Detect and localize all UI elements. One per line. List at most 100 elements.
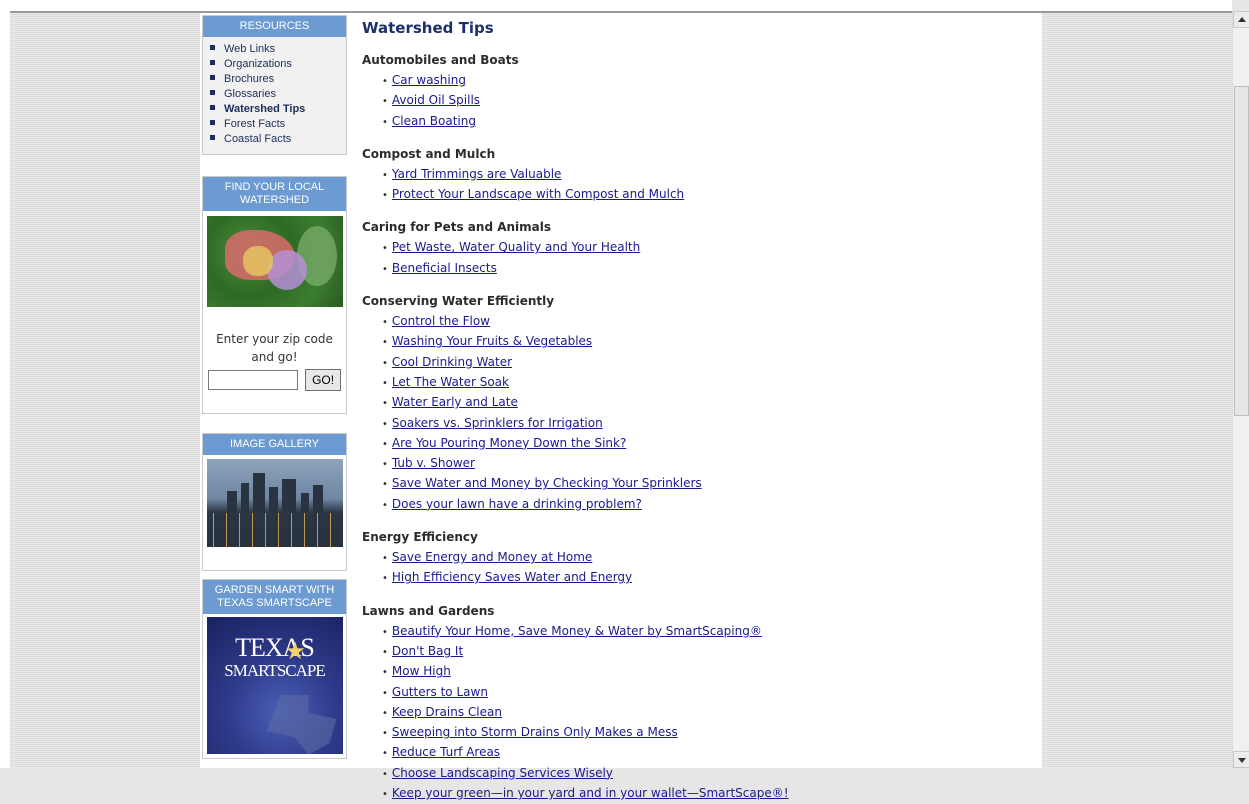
tip-link[interactable]: Mow High (392, 664, 451, 678)
bullet-icon: • (382, 76, 388, 87)
bullet-icon: • (382, 707, 388, 719)
resource-link-label: Coastal Facts (224, 133, 292, 145)
tip-link[interactable]: Car washing (392, 73, 466, 87)
tip-link[interactable]: Protect Your Landscape with Compost and … (392, 187, 684, 201)
resource-link-label: Brochures (224, 73, 275, 85)
bullet-icon: • (382, 646, 388, 658)
tip-link[interactable]: Save Energy and Money at Home (392, 550, 592, 564)
bullet-icon: • (382, 728, 388, 740)
gallery-skyline-image[interactable] (206, 459, 343, 547)
tip-link[interactable]: Yard Trimmings are Valuable (392, 167, 562, 181)
resource-link[interactable]: Glossaries (210, 87, 346, 102)
bullet-icon: • (382, 768, 388, 780)
bullet-icon: • (382, 357, 388, 369)
list-item: • Gutters to Lawn (362, 683, 1022, 703)
list-item: • Soakers vs. Sprinklers for Irrigation (362, 414, 1022, 434)
tip-link[interactable]: Gutters to Lawn (392, 685, 488, 699)
resource-link-label: Forest Facts (224, 118, 286, 130)
smartscape-box: GARDEN SMART WITH TEXAS SMARTSCAPE TEXAS… (202, 579, 347, 759)
tip-link[interactable]: Does your lawn have a drinking problem? (392, 497, 642, 511)
resources-list: Web Links Organizations Brochures Glossarie… (203, 42, 346, 147)
list-item: • Control the Flow (362, 312, 1022, 332)
list-item: • Save Water and Money by Checking Your S… (362, 474, 1022, 494)
tip-link[interactable]: Reduce Turf Areas (392, 745, 500, 759)
resource-link[interactable]: Watershed Tips (210, 102, 346, 117)
tips-list: • Beautify Your Home, Save Money & Water … (362, 622, 1022, 804)
tips-list: • Control the Flow • Washing Your Fruits & … (362, 312, 1022, 515)
scroll-down-button[interactable] (1233, 751, 1249, 768)
tips-list: • Yard Trimmings are Valuable • Protect You… (362, 165, 1022, 206)
list-item: • Does your lawn have a drinking problem? (362, 495, 1022, 515)
tip-link[interactable]: Sweeping into Storm Drains Only Makes a … (392, 725, 678, 739)
list-item: • Reduce Turf Areas (362, 743, 1022, 763)
bullet-icon: • (382, 116, 388, 128)
smartscape-header: GARDEN SMART WITH TEXAS SMARTSCAPE (203, 580, 346, 614)
tips-sections: Automobiles and Boats • Car washing • Avoid … (362, 53, 1022, 804)
tips-list: • Car washing • Avoid Oil Spills • Clean Boat… (362, 71, 1022, 132)
tip-link[interactable]: Washing Your Fruits & Vegetables (392, 334, 592, 348)
list-item: • Beautify Your Home, Save Money & Water … (362, 622, 1022, 642)
tip-link[interactable]: Keep Drains Clean (392, 705, 502, 719)
image-gallery-box: IMAGE GALLERY (202, 433, 347, 571)
resources-box: RESOURCES Web Links Organizations Brochure… (202, 15, 347, 155)
tip-link[interactable]: Pet Waste, Water Quality and Your Health (392, 240, 640, 254)
bullet-icon: • (382, 418, 388, 430)
zip-input[interactable] (208, 370, 298, 390)
bullet-icon: • (382, 243, 388, 255)
bullet-icon: • (382, 169, 388, 181)
scrollbar-thumb[interactable] (1234, 86, 1249, 416)
resource-link-label: Web Links (224, 43, 276, 55)
tip-link[interactable]: High Efficiency Saves Water and Energy (392, 570, 632, 584)
vertical-scrollbar[interactable] (1232, 11, 1249, 768)
tips-list: • Pet Waste, Water Quality and Your Healt… (362, 238, 1022, 279)
tip-link[interactable]: Are You Pouring Money Down the Sink? (392, 436, 626, 450)
resource-link[interactable]: Forest Facts (210, 117, 346, 132)
logo-text-texas: TEXAS (235, 633, 315, 662)
section-heading: Energy Efficiency (362, 530, 478, 545)
tip-link[interactable]: Soakers vs. Sprinklers for Irrigation (392, 416, 603, 430)
section-heading: Caring for Pets and Animals (362, 220, 552, 235)
list-item: • Are You Pouring Money Down the Sink? (362, 434, 1022, 454)
zip-prompt: Enter your zip code and go! (216, 332, 333, 364)
texas-smartscape-logo[interactable]: TEXAS ★ SMARTSCAPE (206, 617, 343, 754)
resource-link[interactable]: Organizations (210, 57, 346, 72)
tip-link[interactable]: Avoid Oil Spills (392, 93, 480, 107)
tip-link[interactable]: Water Early and Late (392, 395, 518, 409)
tip-link[interactable]: Cool Drinking Water (392, 355, 512, 369)
go-button[interactable]: GO! (305, 369, 342, 391)
bullet-icon: • (382, 263, 388, 275)
bullet-square-icon (210, 60, 215, 65)
tip-link[interactable]: Beneficial Insects (392, 261, 497, 275)
resource-link[interactable]: Web Links (210, 42, 346, 57)
bullet-icon: • (382, 499, 388, 511)
tip-link[interactable]: Don't Bag It (392, 644, 463, 658)
scroll-up-button[interactable] (1233, 11, 1249, 28)
resource-link[interactable]: Coastal Facts (210, 132, 346, 147)
list-item: • Car washing (362, 71, 1022, 91)
bullet-icon: • (382, 479, 388, 491)
watershed-box: FIND YOUR LOCAL WATERSHED Enter your zip… (202, 176, 347, 414)
watershed-map-image[interactable] (206, 216, 343, 307)
tip-link[interactable]: Save Water and Money by Checking Your Sp… (392, 476, 702, 490)
section-heading: Lawns and Gardens (362, 603, 495, 618)
bullet-icon: • (382, 687, 388, 699)
tip-link[interactable]: Clean Boating (392, 114, 476, 128)
bullet-icon: • (382, 459, 388, 471)
logo-text-smartscape: SMARTSCAPE (224, 661, 325, 680)
bullet-square-icon (210, 45, 215, 50)
tip-link[interactable]: Beautify Your Home, Save Money & Water b… (392, 624, 762, 638)
bullet-icon: • (382, 96, 388, 108)
tips-section: Lawns and Gardens • Beautify Your Home, Sa… (362, 604, 1022, 804)
tip-link[interactable]: Control the Flow (392, 314, 490, 328)
list-item: • Keep Drains Clean (362, 703, 1022, 723)
tip-link[interactable]: Tub v. Shower (392, 456, 475, 470)
resource-link[interactable]: Brochures (210, 72, 346, 87)
tips-list: • Save Energy and Money at Home • High Effi… (362, 548, 1022, 589)
tip-link[interactable]: Let The Water Soak (392, 375, 509, 389)
tips-section: Caring for Pets and Animals • Pet Waste, W… (362, 220, 1022, 279)
list-item: • Choose Landscaping Services Wisely (362, 764, 1022, 784)
tip-link[interactable]: Keep your green—in your yard and in your… (392, 786, 789, 800)
list-item: • Tub v. Shower (362, 454, 1022, 474)
bullet-square-icon (210, 105, 215, 110)
section-heading: Compost and Mulch (362, 146, 496, 161)
